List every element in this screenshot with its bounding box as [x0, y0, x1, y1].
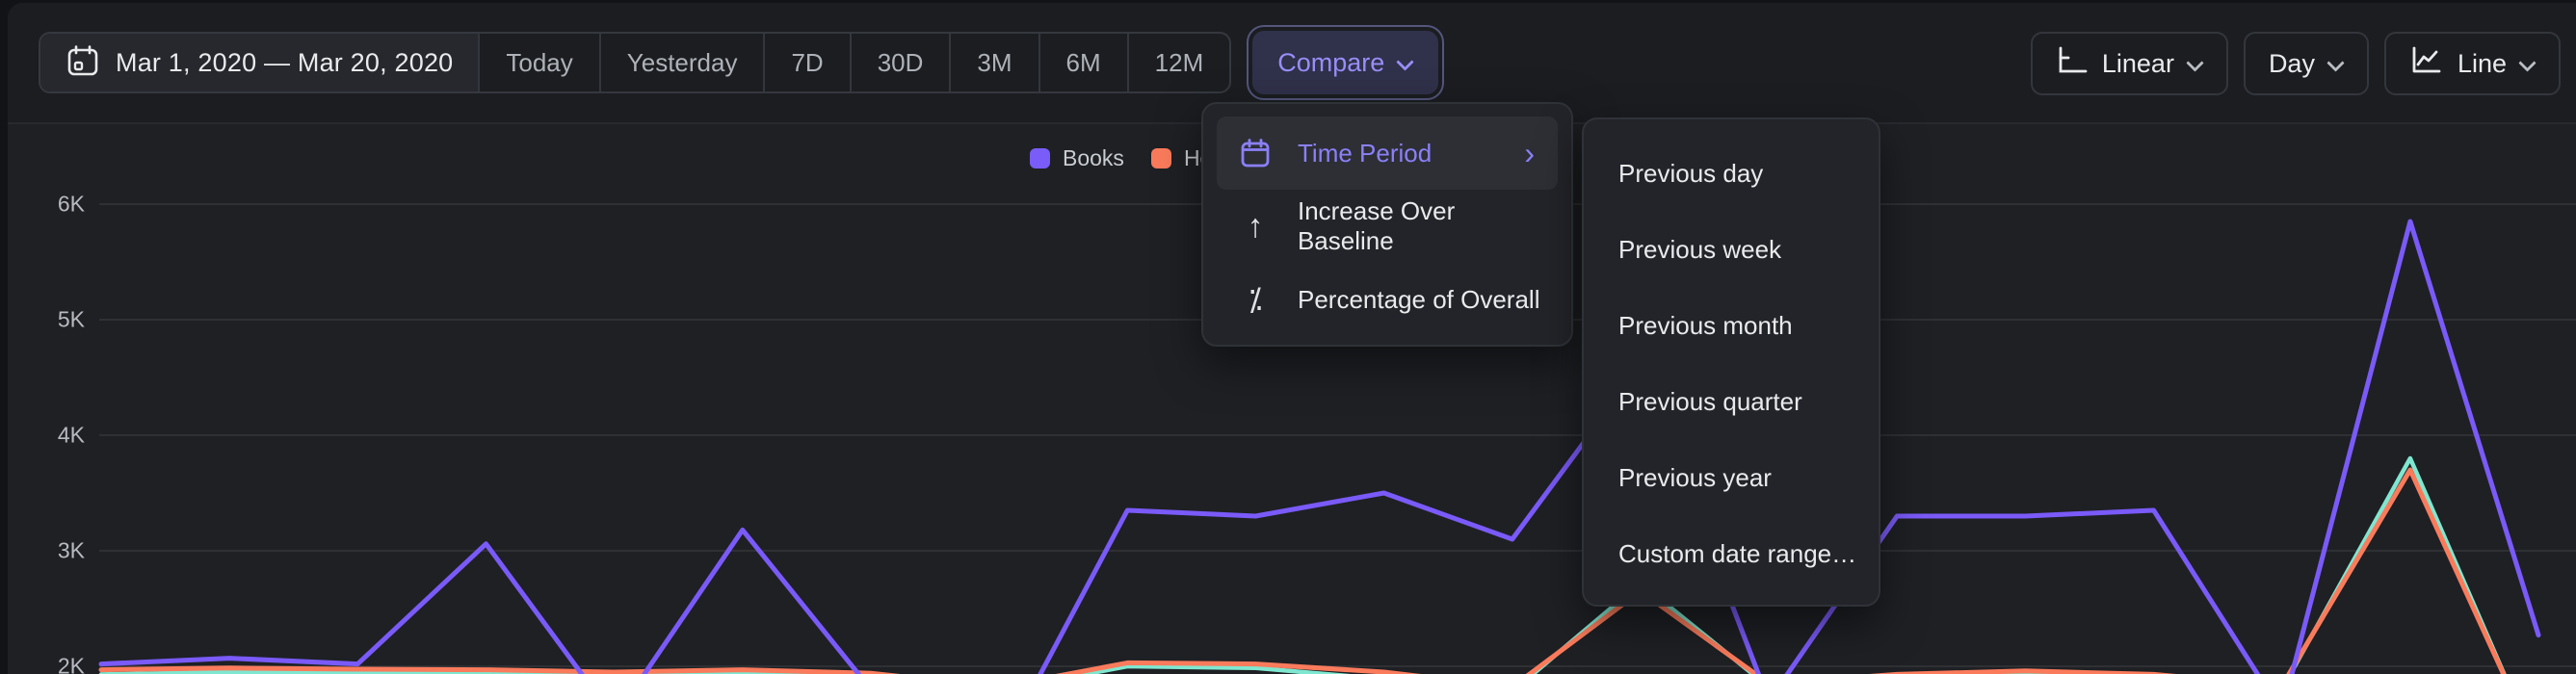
calendar-icon	[1236, 137, 1275, 169]
chart-legend: BooksHo	[1030, 145, 1212, 171]
scale-dropdown-label: Linear	[2102, 49, 2174, 79]
submenu-item-previous-day[interactable]: Previous day	[1584, 136, 1879, 212]
compare-button[interactable]: Compare	[1252, 31, 1438, 94]
granularity-dropdown[interactable]: Day	[2244, 32, 2369, 95]
submenu-item-custom-date-range-[interactable]: Custom date range…	[1584, 516, 1879, 592]
line-chart-icon	[2409, 45, 2444, 83]
legend-swatch-icon	[1030, 148, 1050, 168]
preset-30d[interactable]: 30D	[850, 34, 950, 91]
granularity-dropdown-label: Day	[2269, 49, 2315, 79]
submenu-item-previous-month[interactable]: Previous month	[1584, 288, 1879, 364]
submenu-item-previous-week[interactable]: Previous week	[1584, 212, 1879, 288]
menu-item-label: Percentage of Overall	[1298, 285, 1539, 315]
menu-item-percentage-of-overall[interactable]: ⁒ Percentage of Overall	[1217, 263, 1558, 336]
chart-type-dropdown[interactable]: Line	[2384, 32, 2561, 95]
submenu-item-previous-quarter[interactable]: Previous quarter	[1584, 364, 1879, 440]
toolbar-left: Mar 1, 2020 — Mar 20, 2020 TodayYesterda…	[39, 32, 1438, 93]
calendar-icon	[66, 43, 100, 83]
compare-menu: Time Period› ↑ Increase Over Baseline ⁒ Perc…	[1201, 102, 1573, 347]
chevron-down-icon	[2188, 53, 2203, 68]
date-range-label: Mar 1, 2020 — Mar 20, 2020	[116, 48, 453, 78]
scale-dropdown[interactable]: Linear	[2031, 32, 2228, 95]
arrow-up-icon: ↑	[1236, 208, 1275, 246]
y-tick-label: 3K	[17, 538, 85, 564]
preset-7d[interactable]: 7D	[763, 34, 849, 91]
menu-item-label: Increase Over Baseline	[1298, 196, 1558, 256]
menu-item-label: Time Period	[1298, 139, 1432, 168]
preset-yesterday[interactable]: Yesterday	[599, 34, 764, 91]
chevron-down-icon	[1398, 52, 1413, 67]
compare-button-label: Compare	[1277, 48, 1384, 78]
legend-item[interactable]: Books	[1030, 145, 1124, 171]
y-tick-label: 6K	[17, 192, 85, 218]
date-range-button[interactable]: Mar 1, 2020 — Mar 20, 2020	[40, 34, 478, 91]
chevron-down-icon	[2328, 53, 2344, 68]
menu-item-increase-over-baseline[interactable]: ↑ Increase Over Baseline	[1217, 190, 1558, 263]
percent-icon: ⁒	[1236, 281, 1275, 318]
y-tick-label: 4K	[17, 423, 85, 449]
legend-label: Books	[1063, 145, 1124, 171]
preset-6m[interactable]: 6M	[1038, 34, 1127, 91]
y-tick-label: 5K	[17, 307, 85, 333]
series-line-1	[101, 470, 2538, 674]
preset-12m[interactable]: 12M	[1127, 34, 1230, 91]
menu-item-time-period[interactable]: Time Period›	[1217, 117, 1558, 190]
app-window: BooksHo 6K 5K 4K 3K 2K Mar 1, 2020 — Mar 20,…	[0, 0, 2576, 674]
date-range-group: Mar 1, 2020 — Mar 20, 2020 TodayYesterda…	[39, 32, 1231, 93]
chart-type-dropdown-label: Line	[2458, 49, 2507, 79]
chevron-down-icon	[2520, 53, 2536, 68]
preset-today[interactable]: Today	[478, 34, 598, 91]
y-tick-label: 2K	[17, 654, 85, 674]
legend-swatch-icon	[1151, 148, 1171, 168]
preset-segments: TodayYesterday7D30D3M6M12M	[478, 34, 1229, 91]
time-period-submenu: Previous dayPrevious weekPrevious monthP…	[1582, 117, 1880, 607]
series-line-2	[101, 458, 2538, 674]
toolbar-right: Linear Day Line	[2031, 32, 2561, 95]
preset-3m[interactable]: 3M	[949, 34, 1038, 91]
axis-scale-icon	[2056, 45, 2089, 83]
submenu-item-previous-year[interactable]: Previous year	[1584, 440, 1879, 516]
